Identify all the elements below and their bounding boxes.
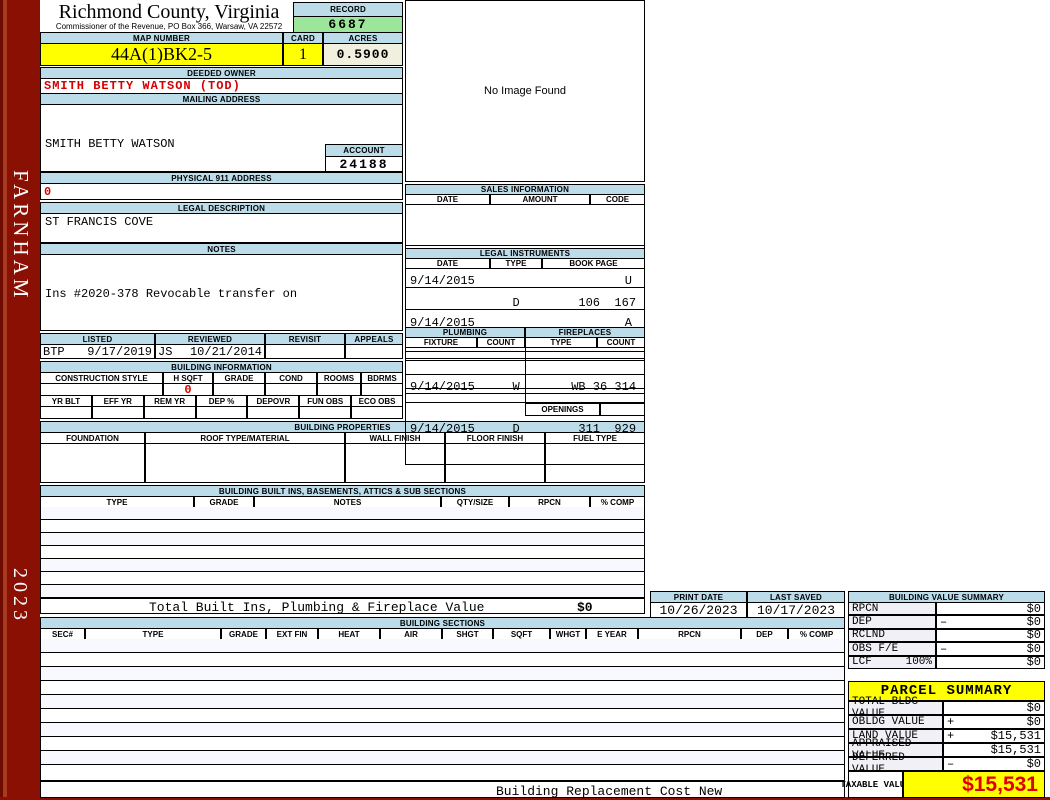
empty-row xyxy=(406,375,644,389)
empty-row xyxy=(41,546,644,559)
empty-row xyxy=(41,765,844,779)
empty-cell xyxy=(351,406,404,419)
empty-row xyxy=(41,639,844,653)
instrument-row: 9/14/2015 D 311 929 xyxy=(410,422,637,436)
sidebar: FARNHAM 2023 xyxy=(0,0,40,800)
empty-row xyxy=(41,653,844,667)
bvs-row-rpcn: RPCN $0 xyxy=(848,602,1045,616)
print-date-value: 10/26/2023 xyxy=(650,602,747,618)
building-sections-footer: Building Replacement Cost New xyxy=(40,781,845,799)
physical-911-value: 0 xyxy=(40,183,403,200)
empty-row xyxy=(41,695,844,709)
taxable-value-label: TAXABLE VALUE xyxy=(840,771,911,798)
empty-cell xyxy=(195,406,248,419)
record-value: 6687 xyxy=(293,16,403,33)
built-ins-total-row: Total Built Ins, Plumbing & Fireplace Va… xyxy=(40,598,645,615)
openings-value xyxy=(600,403,645,416)
district-label: FARNHAM xyxy=(9,170,33,302)
property-record-card: FARNHAM 2023 Richmond County, Virginia C… xyxy=(0,0,1050,800)
bvs-row-lcf: LCF 100% $0 xyxy=(848,655,1045,669)
plumbing-fireplaces-table xyxy=(405,347,645,403)
bvs-row-obsfe: OBS F/E – $0 xyxy=(848,642,1045,656)
empty-row xyxy=(41,667,844,681)
empty-row xyxy=(406,361,644,375)
notes-block: Ins #2020-378 Revocable transfer on deat… xyxy=(40,254,403,391)
built-ins-total-label: Total Built Ins, Plumbing & Fireplace Va… xyxy=(149,600,485,615)
appeals-value xyxy=(345,344,403,359)
empty-row xyxy=(41,572,644,585)
empty-row xyxy=(41,751,844,765)
ps-row-obldg: OBLDG VALUE + $0 xyxy=(848,715,1045,729)
empty-cell xyxy=(143,406,196,419)
empty-row xyxy=(41,559,644,572)
replacement-cost-label: Building Replacement Cost New xyxy=(496,784,723,799)
empty-row xyxy=(41,723,844,737)
card-value: 1 xyxy=(283,43,323,66)
listed-value: BTP 9/17/2019 xyxy=(40,344,155,359)
empty-row xyxy=(406,347,644,361)
instrument-row: D 106 167 xyxy=(406,296,644,310)
empty-row xyxy=(41,520,644,533)
notes-line-1: Ins #2020-378 Revocable transfer on xyxy=(45,287,298,301)
bvs-row-dep: DEP – $0 xyxy=(848,615,1045,629)
empty-row xyxy=(41,709,844,723)
county-title: Richmond County, Virginia xyxy=(58,1,280,23)
ps-row-deferred: DEFERRED VALUE – $0 xyxy=(848,752,1045,776)
property-photo-placeholder: No Image Found xyxy=(405,0,645,182)
empty-cell xyxy=(40,406,92,419)
empty-cell xyxy=(247,406,300,419)
empty-cell xyxy=(91,406,144,419)
record-header: RECORD xyxy=(293,2,403,17)
sales-row xyxy=(406,232,644,246)
account-value: 24188 xyxy=(325,156,403,172)
empty-cell xyxy=(299,406,352,419)
empty-cell xyxy=(40,443,145,483)
empty-row xyxy=(41,585,644,597)
bvs-row-rclnd: RCLND $0 xyxy=(848,628,1045,642)
acres-value: 0.5900 xyxy=(323,43,403,66)
built-ins-total-value: $0 xyxy=(577,600,593,615)
revisit-value xyxy=(265,344,345,359)
tax-year-label: 2023 xyxy=(9,568,31,624)
taxable-value: $15,531 xyxy=(903,771,1045,798)
empty-row xyxy=(41,533,644,546)
empty-row xyxy=(41,681,844,695)
deeded-owner-value: SMITH BETTY WATSON (TOD) xyxy=(40,78,403,94)
legal-description-value: ST FRANCIS COVE xyxy=(40,213,403,243)
map-number-value: 44A(1)BK2-5 xyxy=(40,43,283,66)
empty-row xyxy=(41,737,844,751)
parcel-summary: TOTAL BLDG VALUE $0 OBLDG VALUE + $0 LAND… xyxy=(848,696,1045,776)
ps-row-total-bldg: TOTAL BLDG VALUE $0 xyxy=(848,696,1045,720)
reviewed-value: JS 10/21/2014 xyxy=(155,344,265,359)
openings-label: OPENINGS xyxy=(525,403,600,416)
empty-row xyxy=(406,389,644,402)
last-saved-value: 10/17/2023 xyxy=(747,602,845,618)
empty-cell xyxy=(145,443,345,483)
empty-row xyxy=(41,507,644,520)
building-value-summary: RPCN $0 DEP – $0 RCLND $0 OBS F/E – $0 LCF… xyxy=(848,602,1045,669)
